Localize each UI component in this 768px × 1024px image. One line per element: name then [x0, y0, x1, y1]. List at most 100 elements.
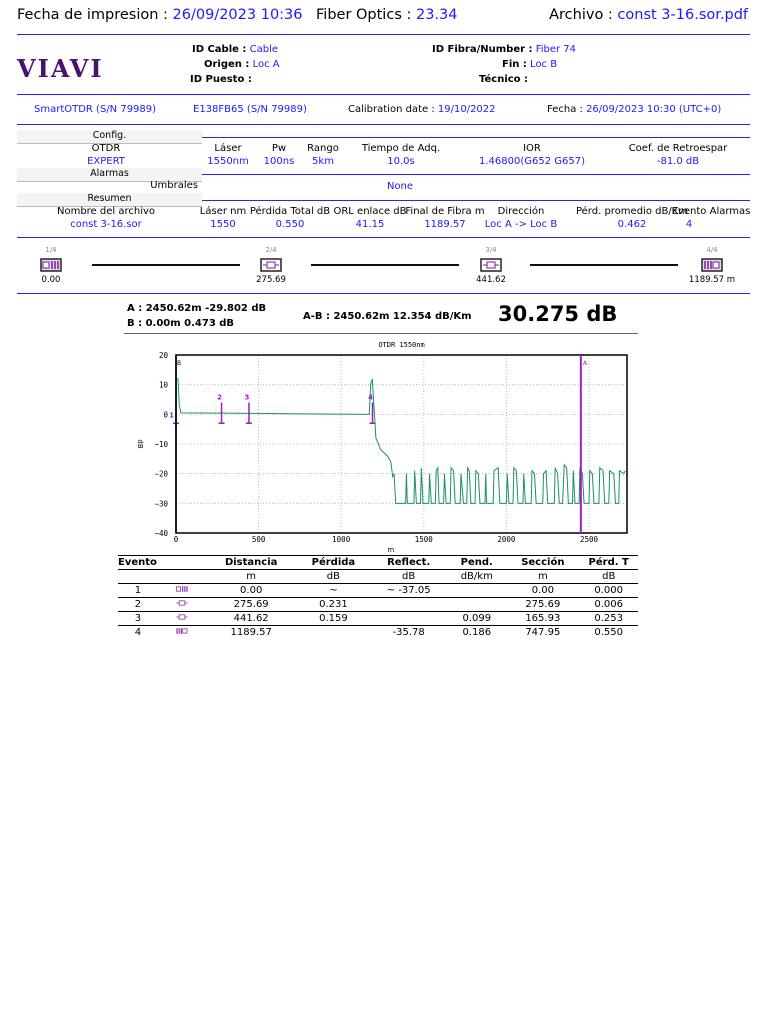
divider — [202, 137, 750, 138]
config-value: 10.0s — [387, 156, 415, 167]
cell: 0.00 — [205, 583, 297, 598]
table-row: 1 0.00 ~ ~ -37.05 0.00 0.000 — [118, 583, 638, 598]
section-summary: Resumen — [17, 193, 202, 207]
cell: 0.550 — [579, 625, 638, 639]
x-tick-label: 1000 — [332, 535, 351, 544]
print-date: Fecha de impresion : 26/09/2023 10:36 — [17, 7, 303, 23]
cursor-b-label: B — [177, 360, 181, 367]
cell — [370, 611, 448, 626]
y-tick-label: −20 — [154, 470, 168, 479]
chart-title: OTDR 1550nm — [378, 341, 424, 349]
cell: 0.231 — [296, 597, 371, 612]
otdr-trace-chart[interactable]: OTDR 1550nm 0 500 1000 1500 2000 2500 20 10 0 −10 −… — [110, 336, 640, 556]
end-icon — [157, 625, 206, 639]
launch-icon[interactable] — [40, 257, 62, 276]
cell: dB — [402, 571, 416, 582]
link-event-index: 3/4 — [485, 246, 497, 254]
summary-value: 0.462 — [617, 219, 647, 230]
file-name-label: Nombre del archivo — [56, 206, 156, 217]
summary-header: ORL enlace dB — [333, 206, 407, 217]
cell: 0.000 — [579, 583, 638, 598]
cursor-b-readout: B : 0.00m 0.473 dB — [127, 318, 235, 329]
link-event-index: 1/4 — [45, 246, 57, 254]
section-config: Config. — [17, 130, 202, 144]
summary-header: Alarmas — [709, 206, 751, 217]
cell — [157, 555, 206, 570]
cell: 0.253 — [579, 611, 638, 626]
divider — [17, 237, 750, 238]
cell — [447, 583, 507, 598]
otdr-trace — [175, 378, 626, 504]
config-header: Pw — [271, 143, 287, 154]
cell: 275.69 — [506, 597, 580, 612]
splice-icon[interactable] — [480, 257, 502, 276]
y-tick-label: −30 — [154, 499, 168, 508]
cell: 747.95 — [506, 625, 580, 639]
fiber-section-line — [92, 264, 240, 266]
cell: 1189.57 — [205, 625, 297, 639]
cell: Pérd. T — [579, 555, 638, 570]
cell: 4 — [118, 625, 158, 639]
cable-id: ID Cable : Cable — [191, 44, 278, 55]
otdr-label: OTDR — [91, 143, 121, 154]
otdr-report-page: Fecha de impresion : 26/09/2023 10:36 Fi… — [0, 0, 768, 1024]
cell — [118, 570, 158, 584]
file-name: Archivo : const 3-16.sor.pdf — [549, 7, 748, 23]
thresholds-value: None — [386, 181, 414, 192]
config-header: IOR — [523, 143, 541, 154]
cell: dB/km — [460, 571, 493, 582]
divider — [17, 293, 750, 294]
cell: 0.099 — [447, 611, 507, 626]
event-label: 3 — [245, 394, 250, 402]
config-header: Tiempo de Adq. — [361, 143, 441, 154]
divider — [17, 34, 750, 35]
company: Fiber Optics : 23.34 — [316, 7, 458, 23]
x-tick-label: 1500 — [415, 535, 434, 544]
table-header: Evento Distancia Pérdida Reflect. Pend. Secci… — [118, 555, 638, 570]
splice-icon — [157, 611, 206, 626]
launch-icon — [157, 583, 206, 598]
cell: 275.69 — [205, 597, 297, 612]
cell: Distancia — [205, 555, 297, 570]
post-id: ID Puesto : — [190, 74, 252, 85]
splice-icon[interactable] — [260, 257, 282, 276]
splice-icon — [157, 597, 206, 612]
y-axis-label: dB — [136, 439, 144, 448]
summary-header: Dirección — [497, 206, 545, 217]
fiber-id: ID Fibra/Number : Fiber 74 — [432, 44, 577, 55]
cell: 1 — [118, 583, 158, 598]
fiber-section-line — [311, 264, 459, 266]
measurement-date: Fecha : 26/09/2023 10:30 (UTC+0) — [547, 104, 722, 115]
cell — [447, 597, 507, 612]
end-icon[interactable] — [701, 257, 723, 276]
link-event-index: 2/4 — [265, 246, 277, 254]
summary-value: 1550 — [210, 219, 236, 230]
link-event-index: 4/4 — [706, 246, 718, 254]
events-table: Evento Distancia Pérdida Reflect. Pend. Secci… — [118, 555, 638, 639]
cell: Evento — [118, 555, 158, 570]
cell: Pend. — [447, 555, 507, 570]
summary-value: 0.550 — [275, 219, 305, 230]
file-name-value: const 3-16.sor — [70, 219, 142, 230]
cursor-a-label: A — [583, 360, 588, 367]
x-axis-label: m — [387, 546, 394, 554]
link-event-distance: 275.69 — [256, 275, 286, 285]
event-label: 2 — [217, 394, 222, 402]
cell: m — [537, 571, 548, 582]
cell: 0.00 — [506, 583, 580, 598]
config-value: 5km — [312, 156, 334, 167]
table-row: 3 441.62 0.159 0.099 165.93 0.253 — [118, 611, 638, 626]
event-label: 1 — [169, 411, 174, 419]
summary-value: Loc A -> Loc B — [484, 219, 558, 230]
cell: 0.159 — [296, 611, 371, 626]
cell: m — [246, 571, 257, 582]
divider — [17, 124, 750, 125]
summary-value: 1189.57 — [424, 219, 466, 230]
origin: Origen : Loc A — [204, 59, 280, 70]
cell: -35.78 — [370, 625, 448, 639]
y-tick-label: −40 — [154, 529, 168, 538]
config-value: 1.46800(G652 G657) — [478, 156, 586, 167]
table-row: 2 275.69 0.231 275.69 0.006 — [118, 597, 638, 612]
cell: 3 — [118, 611, 158, 626]
cell: 2 — [118, 597, 158, 612]
